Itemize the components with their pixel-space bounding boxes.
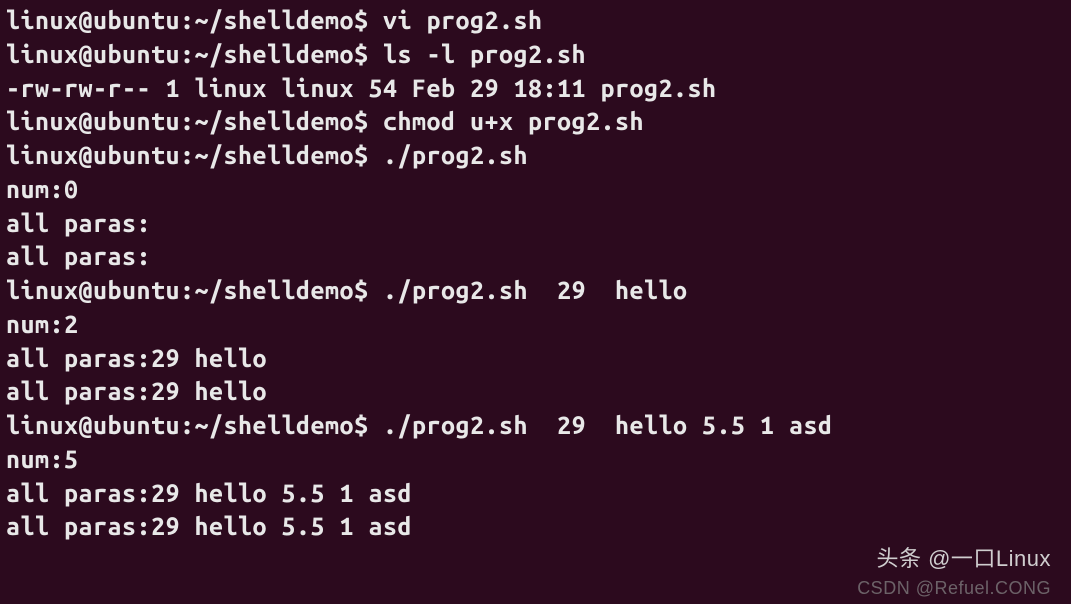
terminal-line: all paras:29 hello [6,342,1065,376]
terminal-line: all paras: [6,240,1065,274]
terminal-line: linux@ubuntu:~/shelldemo$ chmod u+x prog… [6,105,1065,139]
terminal-line: linux@ubuntu:~/shelldemo$ ./prog2.sh [6,139,1065,173]
terminal-line: num:5 [6,443,1065,477]
terminal-line: num:0 [6,173,1065,207]
terminal-line: linux@ubuntu:~/shelldemo$ ./prog2.sh 29 … [6,409,1065,443]
terminal-line: num:2 [6,308,1065,342]
terminal-line: linux@ubuntu:~/shelldemo$ vi prog2.sh [6,4,1065,38]
watermark-toutiao: 头条 @一口Linux [876,544,1051,574]
terminal-line: all paras:29 hello 5.5 1 asd [6,477,1065,511]
terminal-output[interactable]: linux@ubuntu:~/shelldemo$ vi prog2.sh li… [6,4,1065,544]
watermark-csdn: CSDN @Refuel.CONG [857,576,1051,600]
terminal-line: linux@ubuntu:~/shelldemo$ ./prog2.sh 29 … [6,274,1065,308]
terminal-line: linux@ubuntu:~/shelldemo$ ls -l prog2.sh [6,38,1065,72]
terminal-line: -rw-rw-r-- 1 linux linux 54 Feb 29 18:11… [6,72,1065,106]
terminal-line: all paras: [6,207,1065,241]
terminal-line: all paras:29 hello [6,375,1065,409]
terminal-line: all paras:29 hello 5.5 1 asd [6,510,1065,544]
